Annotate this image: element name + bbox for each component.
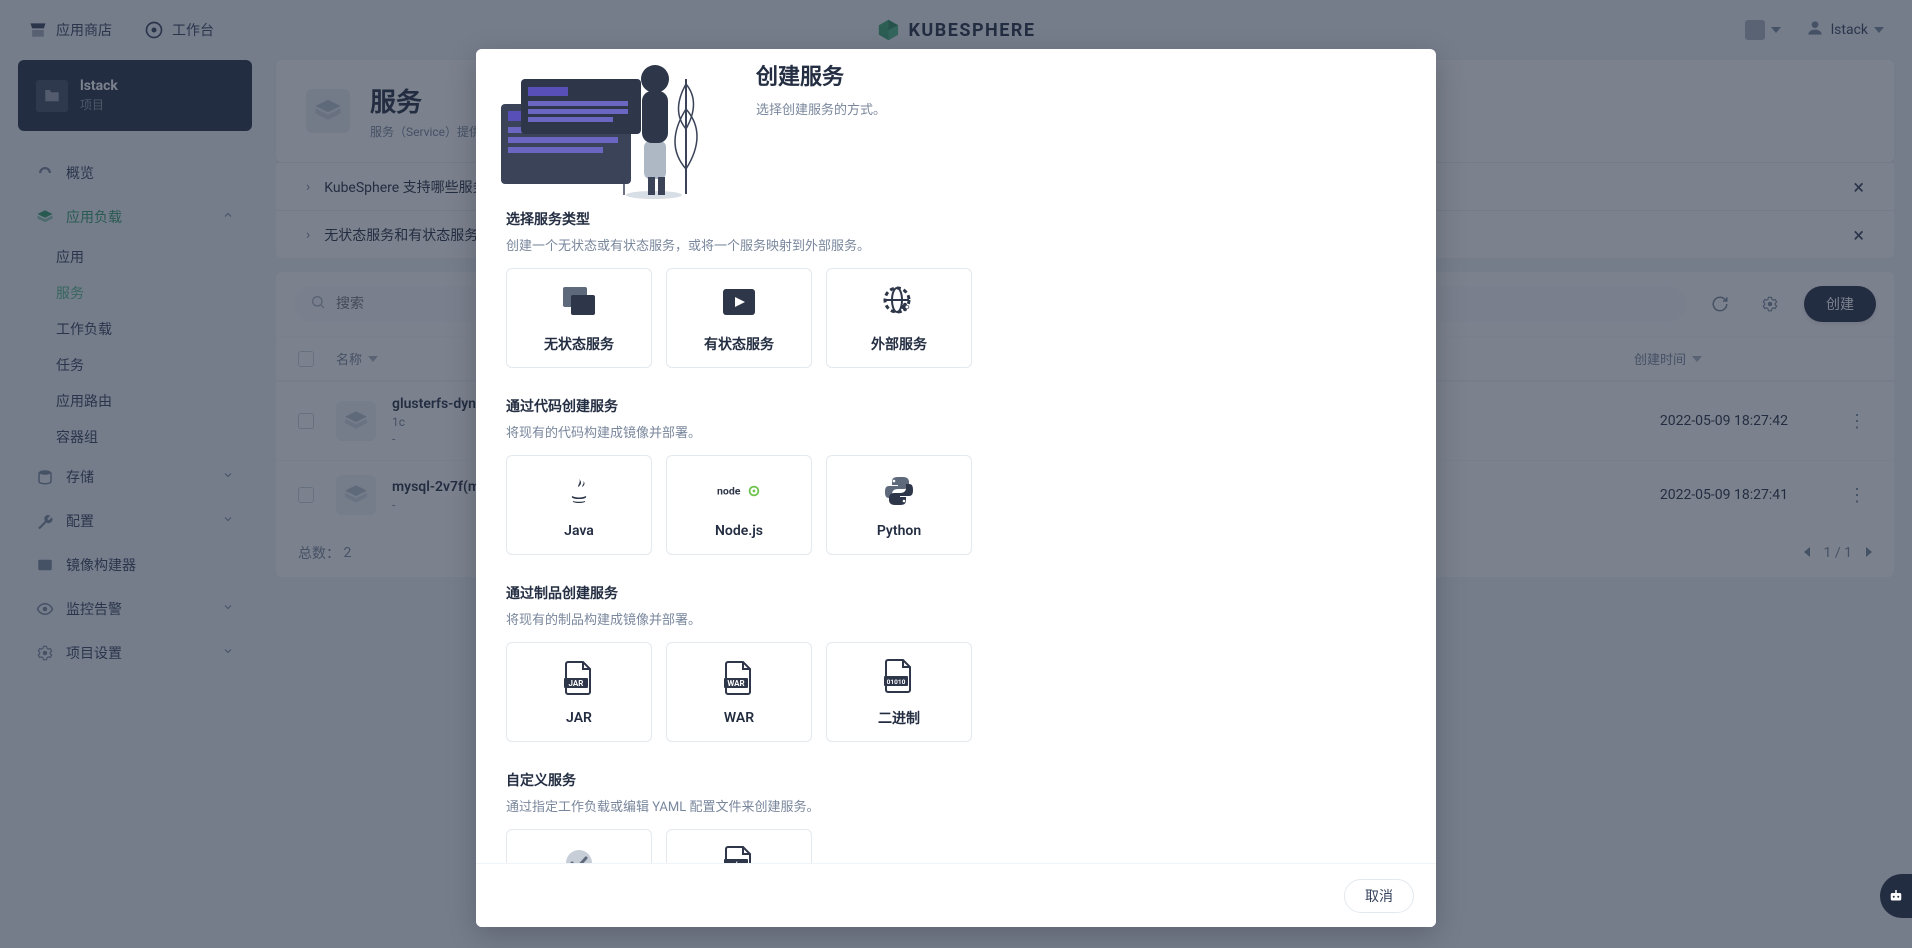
yaml-file-icon: </> [717,843,761,863]
section-label: 通过制品创建服务 [506,583,1406,603]
section-desc: 创建一个无状态或有状态服务，或将一个服务映射到外部服务。 [506,235,1406,254]
war-file-icon: WAR [717,658,761,698]
card-java[interactable]: Java [506,455,652,555]
svg-text:node: node [717,485,741,498]
card-war[interactable]: WAR WAR [666,642,812,742]
card-stateless-service[interactable]: 无状态服务 [506,268,652,368]
section-label: 自定义服务 [506,770,1406,790]
card-specify-workload[interactable]: 指定工作负载 [506,829,652,863]
section-label: 通过代码创建服务 [506,396,1406,416]
section-label: 选择服务类型 [506,209,1406,229]
svg-text:JAR: JAR [569,679,584,688]
card-python[interactable]: Python [826,455,972,555]
cancel-button[interactable]: 取消 [1344,879,1414,913]
section-desc: 通过指定工作负载或编辑 YAML 配置文件来创建服务。 [506,796,1406,815]
svg-text:</>: </> [730,861,743,863]
modal-subtitle: 选择创建服务的方式。 [756,99,886,118]
stateful-icon [717,282,761,322]
section-desc: 将现有的制品构建成镜像并部署。 [506,609,1406,628]
card-stateful-service[interactable]: 有状态服务 [666,268,812,368]
modal-illustration [476,49,726,199]
card-edit-yaml[interactable]: </> 编辑 YAML [666,829,812,863]
card-binary[interactable]: 01010 二进制 [826,642,972,742]
svg-text:01010: 01010 [887,678,906,686]
section-desc: 将现有的代码构建成镜像并部署。 [506,422,1406,441]
jar-file-icon: JAR [557,658,601,698]
java-icon [557,471,601,511]
nodejs-icon: node [717,471,761,511]
svg-text:WAR: WAR [727,679,744,688]
python-icon [877,471,921,511]
external-icon [877,282,921,322]
card-external-service[interactable]: 外部服务 [826,268,972,368]
card-jar[interactable]: JAR JAR [506,642,652,742]
card-nodejs[interactable]: node Node.js [666,455,812,555]
create-service-modal: 创建服务 选择创建服务的方式。 选择服务类型 创建一个无状态或有状态服务，或将一… [476,49,1436,927]
modal-title: 创建服务 [756,59,886,91]
workload-select-icon [557,843,601,863]
binary-file-icon: 01010 [877,656,921,696]
robot-icon [1887,887,1905,905]
stateless-icon [557,282,601,322]
